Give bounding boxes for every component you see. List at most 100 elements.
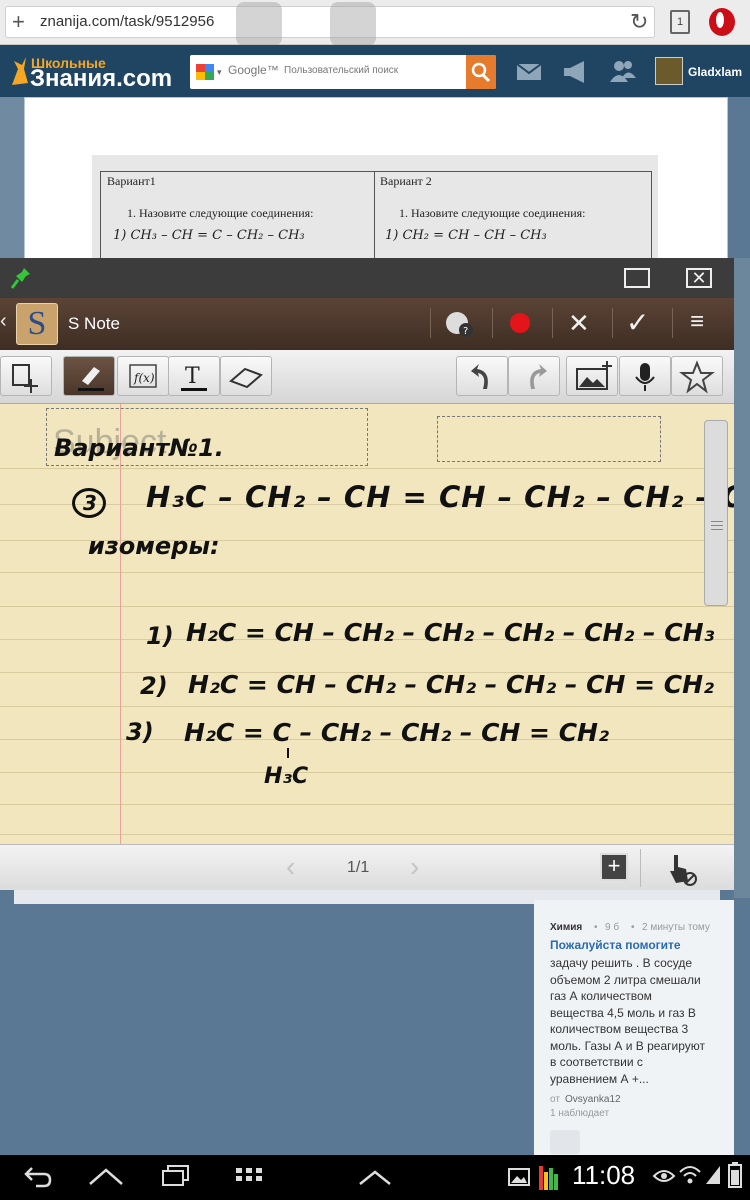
browser-toolbar: + znanija.com/task/9512956 ↻ 1 <box>0 0 750 46</box>
save-check-icon[interactable]: ✓ <box>626 306 649 339</box>
chevron-up-icon[interactable] <box>358 1168 392 1186</box>
ghost-button-right[interactable] <box>330 2 376 46</box>
canvas-scrollbar[interactable] <box>704 420 728 606</box>
feed-body-line: задачу решить . В сосуде <box>550 956 693 970</box>
apps-grid-icon[interactable] <box>234 1166 264 1188</box>
variant1-formula: 1) CH₃ – CH = C – CH₂ – CH₃ <box>113 228 305 243</box>
search-icon <box>471 62 491 83</box>
search-button[interactable] <box>466 55 496 89</box>
user-name[interactable]: Gladxlam <box>688 65 742 79</box>
cancel-icon[interactable]: ✕ <box>568 308 590 339</box>
feed-subject[interactable]: Химия <box>550 922 582 933</box>
feed-author-prefix: от <box>550 1094 560 1105</box>
feed-body-line: уравнением А +... <box>550 1071 649 1086</box>
hand-touch-icon[interactable] <box>664 851 698 887</box>
new-tab-plus-icon[interactable]: + <box>12 9 25 35</box>
feed-separator: • <box>631 922 635 933</box>
feed-question-title[interactable]: Пожалуйста помогите <box>550 938 681 952</box>
microphone-icon <box>635 363 655 391</box>
undo-button[interactable] <box>456 356 508 396</box>
worksheet-image[interactable]: Вариант1 Вариант 2 1. Назовите следующие… <box>92 155 658 272</box>
variant2-task: 1. Назовите следующие соединения: <box>399 206 586 220</box>
formula-tool-button[interactable]: f(x) <box>117 356 169 396</box>
app-title: S Note <box>68 314 120 333</box>
star-icon <box>679 360 715 394</box>
variant1-title: Вариант1 <box>107 174 156 188</box>
toolbar-divider <box>552 308 553 338</box>
recent-apps-icon[interactable] <box>160 1164 192 1188</box>
svg-text:f(x): f(x) <box>133 371 155 385</box>
feed-body-line: вещества 4,5 моль и газ В <box>550 1005 696 1020</box>
voice-record-button[interactable] <box>619 356 671 396</box>
ruled-line <box>0 804 734 805</box>
friends-icon[interactable] <box>608 58 638 84</box>
ruled-line <box>0 834 734 835</box>
footer-divider <box>640 849 641 887</box>
redo-button[interactable] <box>508 356 560 396</box>
pin-icon[interactable] <box>10 266 32 290</box>
note-canvas[interactable]: Subject Вариант№1. 3 H₃C – CH₂ – CH = CH… <box>0 404 750 844</box>
selection-tool-button[interactable] <box>0 356 52 396</box>
feed-author[interactable]: Ovsyanka12 <box>565 1094 621 1105</box>
gallery-notification-icon[interactable] <box>508 1168 530 1186</box>
eraser-tool-button[interactable] <box>220 356 272 396</box>
isomer-1-formula: H₂C = CH – CH₂ – CH₂ – CH₂ – CH₂ – CH₃ <box>186 618 715 647</box>
help-globe-icon[interactable]: ? <box>444 310 474 338</box>
logo-title[interactable]: Знания.com <box>30 65 172 93</box>
feed-question-body[interactable]: задачу решить . В сосуде объемом 2 литра… <box>550 955 730 1087</box>
search-input[interactable]: Пользовательский поиск <box>284 65 398 76</box>
feed-body-line: объемом 2 литра смешали <box>550 972 701 987</box>
url-text[interactable]: znanija.com/task/9512956 <box>40 13 214 30</box>
page-indicator: 1/1 <box>347 859 370 876</box>
pen-tool-button[interactable] <box>63 356 115 396</box>
insert-image-button[interactable] <box>566 356 618 396</box>
svg-text:?: ? <box>463 326 468 337</box>
back-chevron-icon[interactable]: ‹ <box>0 310 7 333</box>
home-icon[interactable] <box>88 1166 124 1186</box>
watcher-avatar[interactable] <box>550 1130 580 1154</box>
mail-icon[interactable] <box>516 62 542 82</box>
avatar[interactable] <box>655 57 683 85</box>
ghost-button-left[interactable] <box>236 2 282 46</box>
add-page-icon[interactable]: + <box>600 853 628 881</box>
opera-menu-icon[interactable] <box>709 8 735 36</box>
handwritten-heading: Вариант№1. <box>54 434 224 462</box>
isomer-2-number: 2) <box>140 672 168 700</box>
chevron-down-icon[interactable]: ▾ <box>217 67 222 78</box>
pen-icon <box>78 367 104 391</box>
eraser-icon <box>229 367 263 389</box>
battery-icon <box>728 1162 742 1188</box>
feed-watchers: 1 наблюдает <box>550 1108 610 1119</box>
toolbar-divider <box>672 308 673 338</box>
text-tool-button[interactable]: T <box>168 356 220 396</box>
megaphone-icon[interactable] <box>562 59 590 85</box>
site-search[interactable]: ▾ Google™ Пользовательский поиск <box>190 55 496 89</box>
google-apps-icon[interactable] <box>196 64 214 80</box>
ruled-line <box>0 572 734 573</box>
text-icon: T <box>181 364 207 391</box>
prev-page-icon[interactable]: ‹ <box>286 851 295 883</box>
record-icon[interactable] <box>510 313 530 333</box>
signal-icon <box>706 1166 720 1184</box>
tabs-icon[interactable]: 1 <box>670 10 690 34</box>
favorite-button[interactable] <box>671 356 723 396</box>
back-icon[interactable] <box>22 1164 52 1188</box>
next-page-icon[interactable]: › <box>410 851 419 883</box>
undo-icon <box>471 364 488 389</box>
feed-body-line: количеством вещества 3 <box>550 1022 689 1036</box>
ruled-line <box>0 706 734 707</box>
snote-app-icon[interactable]: S <box>16 303 58 345</box>
equalizer-notification-icon[interactable] <box>538 1162 560 1192</box>
worksheet-column-divider <box>374 172 375 272</box>
logo-icon[interactable] <box>8 55 30 87</box>
date-box[interactable] <box>437 416 661 462</box>
maximize-icon[interactable] <box>624 268 650 288</box>
circled-number-text: 3 <box>83 491 97 515</box>
circled-number: 3 <box>72 488 106 518</box>
menu-icon[interactable]: ≡ <box>690 308 704 336</box>
variant1-task: 1. Назовите следующие соединения: <box>127 206 314 220</box>
reload-icon[interactable]: ↻ <box>630 9 648 35</box>
redo-icon <box>530 364 547 389</box>
close-window-icon[interactable]: ✕ <box>686 268 712 288</box>
clock: 11:08 <box>572 1160 636 1190</box>
